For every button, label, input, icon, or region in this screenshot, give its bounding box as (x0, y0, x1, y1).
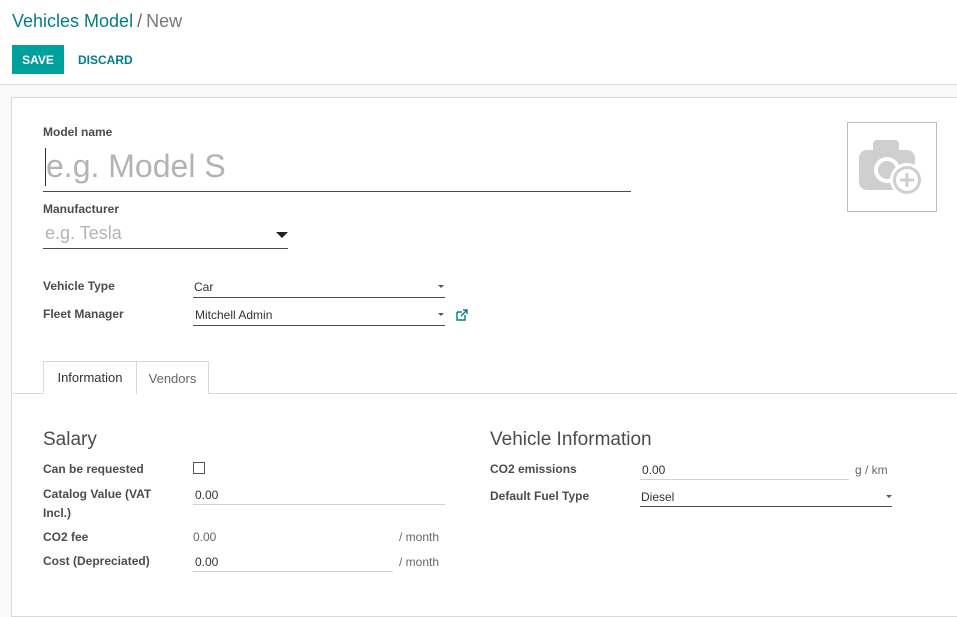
default-fuel-type-dropdown-icon[interactable] (886, 495, 892, 498)
catalog-value-input[interactable]: 0.00 (195, 488, 218, 502)
co2-emissions-unit: g / km (855, 463, 888, 477)
external-link-icon[interactable] (455, 308, 469, 322)
co2-emissions-underline (640, 479, 849, 480)
tab-information[interactable]: Information (43, 361, 137, 394)
breadcrumb-parent-link[interactable]: Vehicles Model (12, 11, 133, 31)
vehicle-type-select[interactable]: Car (194, 280, 213, 294)
salary-section-title: Salary (43, 429, 97, 450)
cost-depreciated-unit: / month (399, 555, 440, 569)
fleet-manager-label: Fleet Manager (43, 307, 124, 321)
breadcrumb-current: New (146, 11, 183, 31)
co2-emissions-input[interactable]: 0.00 (642, 463, 665, 477)
can-be-requested-label: Can be requested (43, 462, 144, 476)
cost-depreciated-input[interactable]: 0.00 (195, 555, 218, 569)
can-be-requested-checkbox[interactable] (193, 462, 205, 474)
cost-depreciated-underline (193, 571, 393, 572)
co2-fee-value: 0.00 (193, 530, 217, 544)
catalog-value-underline (193, 504, 445, 505)
model-name-underline (43, 191, 631, 192)
breadcrumb: Vehicles Model / New (12, 11, 182, 32)
catalog-value-label-line2: Incl.) (43, 506, 72, 520)
co2-fee-label: CO2 fee (43, 530, 89, 544)
model-name-input[interactable]: e.g. Model S (46, 148, 226, 185)
vehicle-info-section-title: Vehicle Information (490, 429, 652, 450)
control-panel: Vehicles Model / New SAVE DISCARD (0, 0, 957, 85)
fleet-manager-input[interactable]: Mitchell Admin (195, 308, 272, 322)
cost-depreciated-label: Cost (Depreciated) (43, 554, 150, 568)
breadcrumb-separator: / (137, 11, 143, 31)
manufacturer-input[interactable]: e.g. Tesla (45, 223, 122, 244)
model-name-label: Model name (43, 125, 113, 139)
manufacturer-label: Manufacturer (43, 202, 120, 216)
image-upload[interactable] (847, 122, 937, 212)
default-fuel-type-underline (640, 506, 892, 507)
manufacturer-underline (43, 248, 288, 249)
default-fuel-type-select[interactable]: Diesel (641, 490, 674, 504)
discard-button[interactable]: DISCARD (70, 45, 141, 74)
co2-fee-unit: / month (399, 530, 440, 544)
vehicle-type-dropdown-icon[interactable] (438, 285, 444, 288)
save-button[interactable]: SAVE (12, 45, 64, 74)
manufacturer-dropdown-icon[interactable] (276, 232, 288, 238)
fleet-manager-dropdown-icon[interactable] (438, 313, 444, 316)
fleet-manager-underline (193, 325, 445, 326)
default-fuel-type-label: Default Fuel Type (490, 489, 590, 503)
co2-emissions-label: CO2 emissions (490, 462, 577, 476)
tab-vendors[interactable]: Vendors (136, 361, 209, 394)
vehicle-type-label: Vehicle Type (43, 279, 115, 293)
catalog-value-label-line1: Catalog Value (VAT (43, 487, 152, 501)
vehicle-type-underline (193, 297, 445, 298)
camera-plus-icon (859, 140, 924, 197)
